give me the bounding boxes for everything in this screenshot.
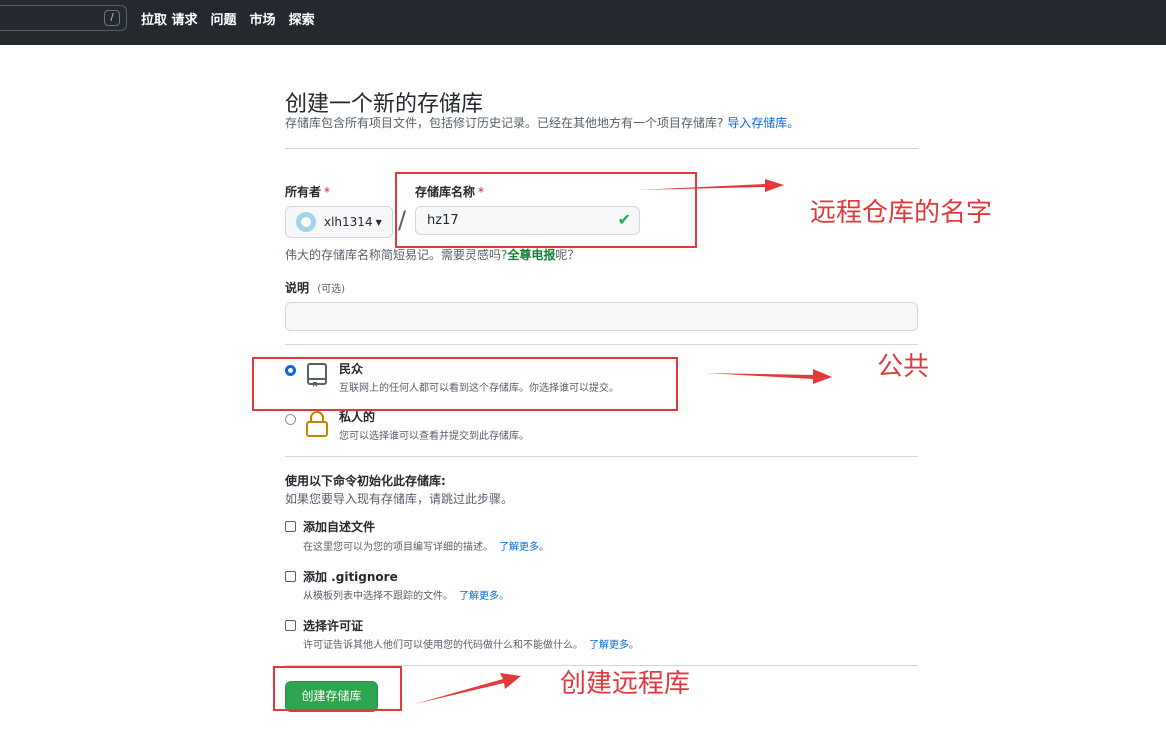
arrow-icon (415, 673, 521, 704)
annotation-repo-name-note: 远程仓库的名字 (810, 198, 993, 228)
annotation-arrows (415, 179, 832, 704)
annotation-public-note: 公共 (877, 352, 930, 382)
annotation-create-note: 创建远程库 (560, 669, 691, 699)
arrow-icon (706, 369, 832, 384)
arrow-icon (637, 179, 784, 192)
